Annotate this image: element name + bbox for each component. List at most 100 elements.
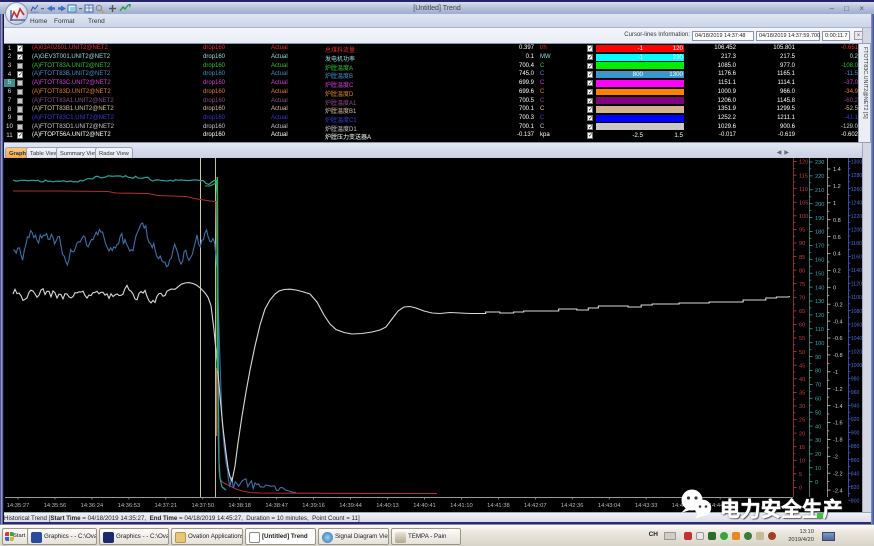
svg-text:14:37:50: 14:37:50 xyxy=(192,503,215,509)
svg-text:860: 860 xyxy=(851,458,860,464)
svg-text:14:43:33: 14:43:33 xyxy=(635,503,658,509)
svg-text:14:35:56: 14:35:56 xyxy=(44,503,67,509)
svg-text:1100: 1100 xyxy=(851,295,862,301)
svg-text:1280: 1280 xyxy=(851,173,863,179)
svg-text:230: 230 xyxy=(815,160,824,166)
svg-text:140: 140 xyxy=(815,285,824,291)
svg-text:90: 90 xyxy=(799,241,805,247)
svg-text:220: 220 xyxy=(815,174,824,180)
svg-text:920: 920 xyxy=(851,417,860,423)
svg-text:1040: 1040 xyxy=(851,336,863,342)
svg-text:120: 120 xyxy=(815,313,824,319)
svg-text:70: 70 xyxy=(799,296,805,302)
svg-text:20: 20 xyxy=(815,452,821,458)
svg-text:-0.8: -0.8 xyxy=(833,353,843,359)
svg-text:0.4: 0.4 xyxy=(833,252,841,258)
svg-text:130: 130 xyxy=(815,299,824,305)
svg-text:0.2: 0.2 xyxy=(833,269,841,275)
svg-text:5: 5 xyxy=(799,472,802,478)
svg-text:940: 940 xyxy=(851,404,860,410)
svg-text:10: 10 xyxy=(799,459,805,465)
svg-text:-1: -1 xyxy=(833,370,838,376)
svg-text:-2.2: -2.2 xyxy=(833,471,843,477)
svg-text:210: 210 xyxy=(815,188,824,194)
svg-text:-2: -2 xyxy=(833,455,838,461)
svg-text:1240: 1240 xyxy=(851,200,863,206)
svg-text:60: 60 xyxy=(799,323,805,329)
svg-text:15: 15 xyxy=(799,445,805,451)
svg-text:115: 115 xyxy=(799,173,808,179)
svg-text:1120: 1120 xyxy=(851,282,862,288)
svg-text:105: 105 xyxy=(799,200,808,206)
svg-text:14:36:24: 14:36:24 xyxy=(81,503,104,509)
svg-text:30: 30 xyxy=(815,438,821,444)
svg-text:1160: 1160 xyxy=(851,255,862,261)
svg-text:80: 80 xyxy=(799,268,805,274)
svg-text:14:38:18: 14:38:18 xyxy=(228,503,251,509)
svg-text:40: 40 xyxy=(799,377,805,383)
svg-text:1060: 1060 xyxy=(851,322,863,328)
svg-text:100: 100 xyxy=(815,341,824,347)
svg-text:-1.8: -1.8 xyxy=(833,438,843,444)
svg-text:-1.6: -1.6 xyxy=(833,421,843,427)
svg-text:50: 50 xyxy=(815,410,821,416)
svg-text:-0.4: -0.4 xyxy=(833,319,843,325)
svg-text:0.8: 0.8 xyxy=(833,218,841,224)
svg-text:70: 70 xyxy=(815,383,821,389)
svg-text:0: 0 xyxy=(799,486,802,492)
svg-text:900: 900 xyxy=(851,431,860,437)
svg-text:110: 110 xyxy=(815,327,824,333)
svg-text:120: 120 xyxy=(799,160,808,166)
svg-text:14:40:13: 14:40:13 xyxy=(376,503,399,509)
svg-text:14:36:53: 14:36:53 xyxy=(118,503,141,509)
svg-text:150: 150 xyxy=(815,271,824,277)
svg-text:100: 100 xyxy=(799,214,808,220)
svg-text:14:38:47: 14:38:47 xyxy=(265,503,288,509)
svg-text:20: 20 xyxy=(799,431,805,437)
svg-text:1.2: 1.2 xyxy=(833,184,841,190)
svg-text:14:42:36: 14:42:36 xyxy=(561,503,584,509)
svg-text:14:37:21: 14:37:21 xyxy=(155,503,178,509)
svg-text:14:40:41: 14:40:41 xyxy=(413,503,436,509)
svg-text:0: 0 xyxy=(833,286,836,292)
svg-text:200: 200 xyxy=(815,202,824,208)
svg-text:980: 980 xyxy=(851,377,860,383)
svg-text:1180: 1180 xyxy=(851,241,862,247)
svg-text:85: 85 xyxy=(799,255,805,261)
svg-text:1.4: 1.4 xyxy=(833,167,841,173)
svg-text:820: 820 xyxy=(851,485,860,491)
svg-text:45: 45 xyxy=(799,363,805,369)
svg-text:-1.4: -1.4 xyxy=(833,404,843,410)
svg-text:-0.6: -0.6 xyxy=(833,336,843,342)
svg-text:75: 75 xyxy=(799,282,805,288)
svg-text:14:43:04: 14:43:04 xyxy=(598,503,621,509)
svg-text:65: 65 xyxy=(799,309,805,315)
svg-text:14:41:10: 14:41:10 xyxy=(450,503,473,509)
svg-text:10: 10 xyxy=(815,466,821,472)
svg-text:30: 30 xyxy=(799,404,805,410)
svg-text:1300: 1300 xyxy=(851,160,863,166)
svg-text:190: 190 xyxy=(815,216,824,222)
svg-text:0: 0 xyxy=(815,480,818,486)
svg-text:0.6: 0.6 xyxy=(833,235,841,241)
svg-text:1140: 1140 xyxy=(851,268,862,274)
svg-text:14:41:38: 14:41:38 xyxy=(487,503,510,509)
svg-text:14:42:07: 14:42:07 xyxy=(524,503,547,509)
svg-text:1020: 1020 xyxy=(851,349,863,355)
svg-text:40: 40 xyxy=(815,424,821,430)
svg-text:160: 160 xyxy=(815,258,824,264)
svg-text:55: 55 xyxy=(799,336,805,342)
svg-text:1000: 1000 xyxy=(851,363,863,369)
svg-text:25: 25 xyxy=(799,418,805,424)
svg-text:50: 50 xyxy=(799,350,805,356)
svg-text:90: 90 xyxy=(815,355,821,361)
svg-text:800: 800 xyxy=(851,498,860,504)
svg-text:960: 960 xyxy=(851,390,860,396)
svg-text:-1.2: -1.2 xyxy=(833,387,843,393)
svg-text:1260: 1260 xyxy=(851,187,863,193)
svg-text:14:39:16: 14:39:16 xyxy=(302,503,325,509)
svg-text:840: 840 xyxy=(851,471,860,477)
svg-text:35: 35 xyxy=(799,391,805,397)
svg-text:60: 60 xyxy=(815,397,821,403)
svg-text:1: 1 xyxy=(833,201,836,207)
